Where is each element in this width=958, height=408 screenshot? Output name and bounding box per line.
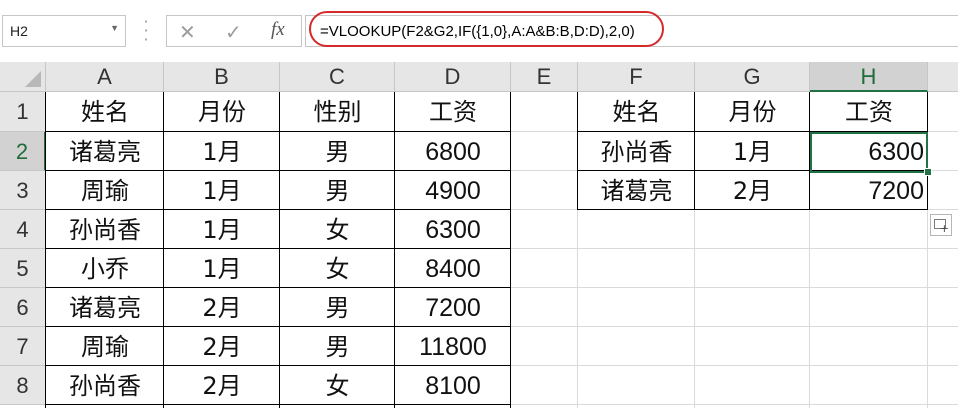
active-cell-border[interactable] [810,132,928,173]
column-header-b[interactable]: B [164,62,280,92]
table-cell[interactable]: 6300 [395,210,511,249]
column-header-d[interactable]: D [395,62,511,92]
fill-handle[interactable] [924,168,932,176]
table-cell[interactable]: 孙尚香 [46,366,164,405]
row-header-7[interactable]: 7 [0,327,46,366]
column-header-overflow[interactable] [928,62,958,92]
table-cell[interactable]: 女 [280,366,395,405]
table-cell[interactable]: 男 [280,288,395,327]
lookup-header-cell[interactable]: 姓名 [578,92,695,132]
table-cell[interactable]: 1月 [164,249,280,288]
table-cell[interactable]: 1月 [164,210,280,249]
lookup-key-cell[interactable]: 孙尚香 [578,132,695,171]
header-cell[interactable]: 姓名 [46,92,164,132]
table-cell[interactable]: 男 [280,327,395,366]
column-header-f[interactable]: F [578,62,695,92]
table-cell[interactable]: 诸葛亮 [46,132,164,171]
lookup-header-cell[interactable]: 月份 [695,92,810,132]
row-header-3[interactable]: 3 [0,171,46,210]
column-header-e[interactable]: E [511,62,578,92]
header-cell[interactable]: 月份 [164,92,280,132]
quick-analysis-icon[interactable]: + [930,214,952,236]
formula-highlight-annotation [309,11,664,47]
table-cell[interactable]: 6800 [395,132,511,171]
table-cell[interactable]: 2月 [164,366,280,405]
worksheet-grid[interactable]: A B C D E F G H 1 2 3 4 5 6 7 8 姓名 月份 性别 工资 诸葛亮 1月男 6800 周瑜 1月男 4… [0,62,958,408]
header-cell[interactable]: 性别 [280,92,395,132]
table-cell[interactable]: 女 [280,210,395,249]
table-cell[interactable]: 诸葛亮 [46,288,164,327]
header-cell[interactable]: 工资 [395,92,511,132]
row-header-1[interactable]: 1 [0,92,46,132]
formula-buttons: ✕ ✓ fx [166,15,302,47]
formula-bar-grip-icon[interactable]: · · · [140,14,152,48]
table-cell[interactable]: 小乔 [46,249,164,288]
table-cell[interactable]: 2月 [164,288,280,327]
table-cell[interactable]: 1月 [164,132,280,171]
fx-icon[interactable]: fx [271,19,285,41]
lookup-key-cell[interactable]: 1月 [695,132,810,171]
select-all-triangle-icon[interactable] [25,71,41,87]
cancel-icon[interactable]: ✕ [179,20,196,44]
chevron-down-icon[interactable]: ▼ [110,23,119,33]
table-cell[interactable]: 4900 [395,171,511,210]
column-header-h[interactable]: H [810,62,928,92]
name-box[interactable]: H2 ▼ [2,15,126,47]
row-header-6[interactable]: 6 [0,288,46,327]
lookup-key-cell[interactable]: 诸葛亮 [578,171,695,210]
table-cell[interactable]: 孙尚香 [46,210,164,249]
lookup-header-cell[interactable]: 工资 [810,92,928,132]
lookup-result-cell[interactable]: 7200 [810,171,928,210]
table-cell[interactable]: 11800 [395,327,511,366]
table-cell[interactable]: 男 [280,171,395,210]
table-cell[interactable]: 7200 [395,288,511,327]
row-header-8[interactable]: 8 [0,366,46,405]
enter-check-icon[interactable]: ✓ [225,20,242,44]
name-box-value: H2 [10,23,28,39]
table-cell[interactable]: 周瑜 [46,327,164,366]
lookup-key-cell[interactable]: 2月 [695,171,810,210]
table-cell[interactable]: 周瑜 [46,171,164,210]
select-all-corner[interactable] [0,62,46,92]
table-cell[interactable]: 女 [280,249,395,288]
formula-bar: H2 ▼ · · · ✕ ✓ fx =VLOOKUP(F2&G2,IF({1,0},… [0,0,958,62]
row-header-4[interactable]: 4 [0,210,46,249]
table-cell[interactable]: 2月 [164,327,280,366]
table-cell[interactable]: 8400 [395,249,511,288]
table-cell[interactable]: 1月 [164,171,280,210]
row-header-5[interactable]: 5 [0,249,46,288]
column-header-g[interactable]: G [695,62,810,92]
row-header-2[interactable]: 2 [0,132,46,171]
quick-analysis-plus-icon: + [939,222,949,235]
column-header-c[interactable]: C [280,62,395,92]
table-cell[interactable]: 男 [280,132,395,171]
table-cell[interactable]: 8100 [395,366,511,405]
column-header-a[interactable]: A [46,62,164,92]
